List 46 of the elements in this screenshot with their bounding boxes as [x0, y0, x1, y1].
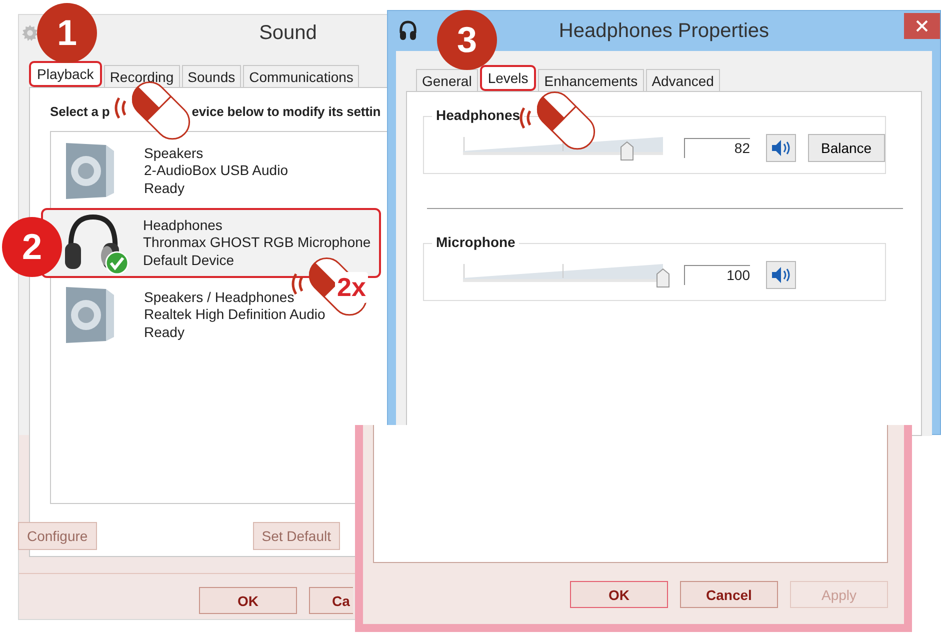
device-name: Headphones — [143, 216, 224, 234]
action-button[interactable]: Set Default — [252, 522, 340, 550]
action-button[interactable]: Configure — [18, 522, 97, 550]
speaker-icon — [771, 139, 791, 157]
group-label: Microphone — [432, 234, 520, 250]
device-status: Ready — [144, 180, 186, 198]
level-field[interactable]: 100 — [684, 265, 750, 285]
instruction-text: Select a p — [50, 104, 110, 119]
tab[interactable]: Levels — [480, 65, 536, 91]
double-click-label: 2x — [335, 272, 368, 303]
device-name: Speakers — [144, 144, 204, 162]
window-title: Headphones Properties — [558, 20, 770, 42]
tab[interactable]: Enhancements — [538, 69, 644, 91]
dialog-button[interactable]: OK — [199, 587, 297, 614]
instruction-text: evice below to modify its settin — [192, 104, 381, 119]
close-icon — [916, 20, 928, 32]
tab[interactable]: Playback — [29, 61, 102, 87]
device-item[interactable]: Headphones Thronmax GHOST RGB Microphone Default Device — [41, 208, 381, 278]
device-status: Default Device — [143, 252, 236, 270]
tab[interactable]: Communications — [243, 65, 360, 87]
device-driver: Realtek High Definition Audio — [144, 306, 326, 324]
tab[interactable]: Sounds — [182, 65, 242, 87]
tab[interactable]: Recording — [104, 65, 180, 87]
device-name: Speakers / Headphones — [144, 288, 296, 306]
tab[interactable]: Advanced — [646, 69, 720, 91]
device-item[interactable]: Speakers / Headphones Realtek High Definition Audio Ready — [53, 280, 329, 350]
volume-button[interactable] — [766, 134, 796, 162]
speaker-icon — [771, 266, 791, 284]
device-status: Ready — [144, 324, 186, 342]
dialog-button[interactable]: Cancel — [680, 581, 778, 608]
level-field[interactable]: 82 — [684, 138, 750, 158]
gear-icon — [22, 25, 38, 41]
device-driver: 2-AudioBox USB Audio — [144, 162, 288, 180]
volume-button[interactable] — [766, 261, 796, 289]
group-label: Headphones — [432, 107, 524, 123]
device-driver: Thronmax GHOST RGB Microphone — [143, 234, 371, 252]
close-button[interactable] — [904, 13, 940, 39]
dialog-button[interactable]: Ca — [309, 587, 353, 614]
device-item[interactable]: Speakers 2-AudioBox USB Audio Ready — [53, 136, 329, 206]
tab[interactable]: General — [416, 69, 478, 91]
window-title: Sound — [259, 22, 317, 44]
step-badge: 2 — [2, 217, 62, 277]
dialog-button[interactable]: OK — [570, 581, 668, 608]
slider-thumb[interactable] — [656, 268, 670, 288]
headphones-icon — [398, 20, 418, 42]
balance-button[interactable]: Balance — [808, 134, 885, 162]
